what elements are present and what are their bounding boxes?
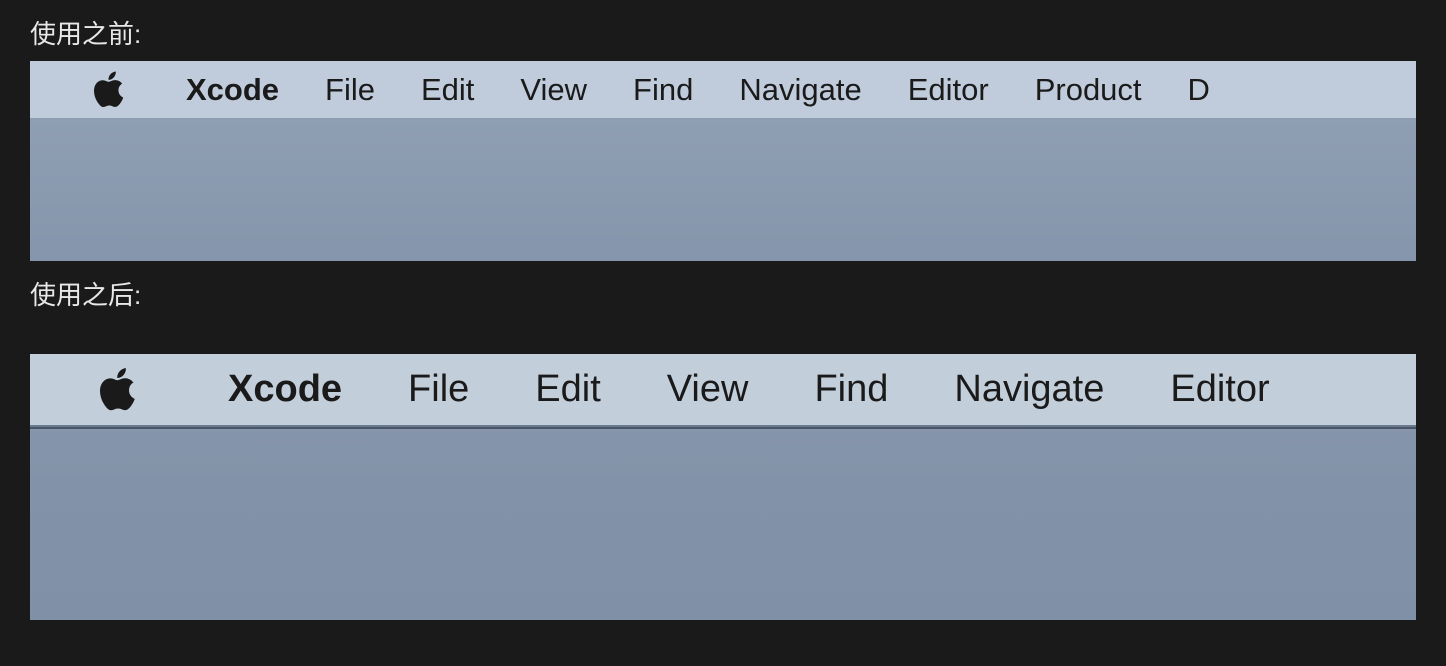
menu-find[interactable]: Find	[633, 72, 693, 108]
menu-find[interactable]: Find	[814, 368, 888, 411]
menubar-after: Xcode File Edit View Find Navigate Edito…	[30, 354, 1416, 427]
app-menu-xcode[interactable]: Xcode	[186, 72, 279, 108]
menu-partial[interactable]: D	[1188, 72, 1210, 108]
menu-navigate[interactable]: Navigate	[739, 72, 861, 108]
menu-view[interactable]: View	[667, 368, 749, 411]
screenshot-before: Xcode File Edit View Find Navigate Edito…	[30, 61, 1416, 261]
apple-logo-icon[interactable]	[94, 71, 126, 109]
screenshot-after: Xcode File Edit View Find Navigate Edito…	[30, 354, 1416, 620]
menu-file[interactable]: File	[408, 368, 469, 411]
menubar-before: Xcode File Edit View Find Navigate Edito…	[30, 61, 1416, 118]
menu-editor[interactable]: Editor	[1170, 368, 1269, 411]
after-label: 使用之后:	[0, 261, 1446, 322]
apple-logo-icon[interactable]	[100, 367, 138, 413]
menu-edit[interactable]: Edit	[535, 368, 600, 411]
app-menu-xcode[interactable]: Xcode	[228, 368, 342, 411]
menu-navigate[interactable]: Navigate	[954, 368, 1104, 411]
menu-view[interactable]: View	[520, 72, 587, 108]
menu-product[interactable]: Product	[1035, 72, 1142, 108]
before-label: 使用之前:	[0, 0, 1446, 61]
menu-editor[interactable]: Editor	[908, 72, 989, 108]
menu-edit[interactable]: Edit	[421, 72, 474, 108]
menu-file[interactable]: File	[325, 72, 375, 108]
